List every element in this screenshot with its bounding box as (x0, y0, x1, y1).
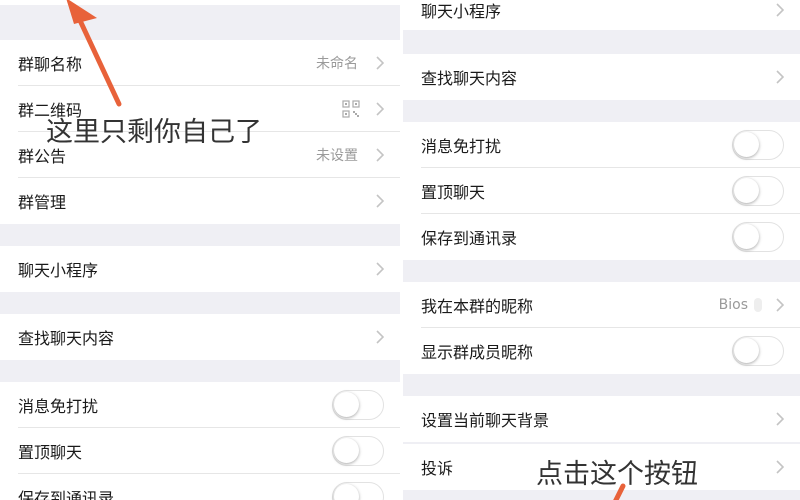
left-screen: 群聊名称 未命名 群二维码 群公告 未设置 群管理 聊天小程序 查找聊天内容 消… (0, 0, 400, 500)
right-screen: 聊天小程序 查找聊天内容 消息免打扰 置顶聊天 保存到通讯录 我在本群的昵称 B… (403, 0, 800, 500)
annotation-arrow (66, 0, 122, 107)
annotation-arrow-down (613, 483, 626, 500)
